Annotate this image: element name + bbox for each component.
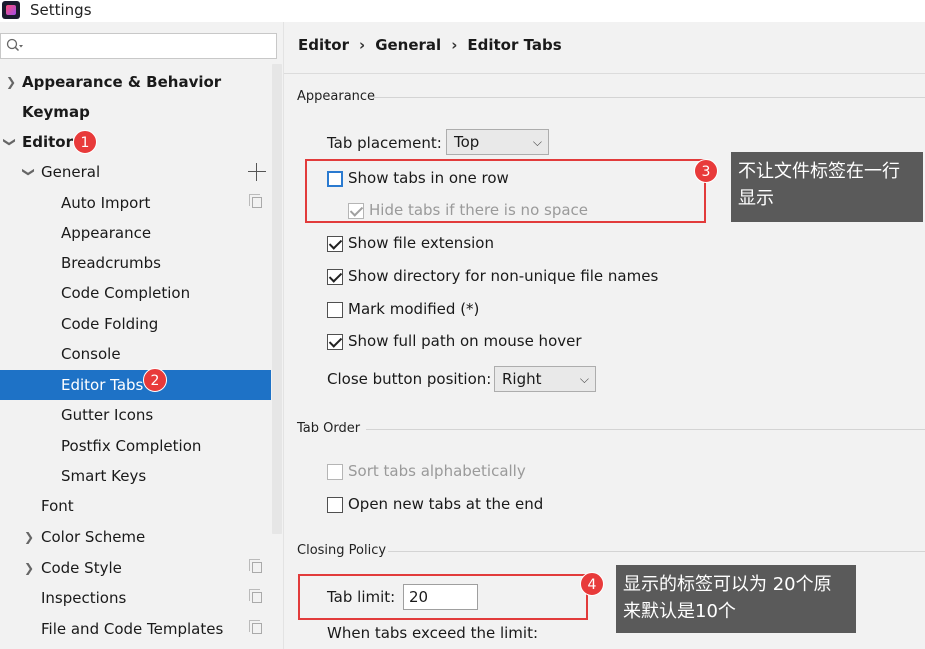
show-directory-label[interactable]: Show directory for non-unique file names [348, 267, 658, 285]
sidebar-item-smart-keys[interactable]: Smart Keys [0, 461, 271, 491]
sidebar-item-keymap[interactable]: Keymap [0, 97, 271, 127]
section-title-appearance: Appearance [297, 89, 376, 104]
section-title-closing-policy: Closing Policy [297, 543, 387, 558]
annotation-badge-1: 1 [73, 130, 97, 154]
copy-icon [249, 559, 262, 573]
breadcrumb-item-general[interactable]: General [375, 36, 441, 54]
show-full-path-checkbox[interactable] [327, 334, 343, 350]
chevron-right-icon: ❯ [6, 75, 17, 89]
chevron-down-icon: ⌵ [532, 135, 542, 149]
breadcrumb-separator: › [359, 36, 366, 54]
sidebar-item-code-completion[interactable]: Code Completion [0, 278, 271, 308]
section-divider [366, 429, 925, 430]
intellij-app-icon [2, 1, 20, 19]
sidebar-item-file-code-templates[interactable]: File and Code Templates [0, 614, 271, 644]
sidebar-item-general[interactable]: ❯ General [0, 157, 271, 187]
chevron-down-icon: ⌵ [579, 372, 589, 386]
sidebar-item-code-folding[interactable]: Code Folding [0, 309, 271, 339]
close-button-position-label: Close button position: [327, 370, 492, 388]
sort-tabs-alphabetically-label[interactable]: Sort tabs alphabetically [348, 462, 526, 480]
tab-placement-label: Tab placement: [327, 134, 442, 152]
sort-tabs-alphabetically-checkbox[interactable] [327, 464, 343, 480]
annotation-badge-2: 2 [143, 368, 167, 392]
mark-modified-label[interactable]: Mark modified (*) [348, 300, 479, 318]
window-title: Settings [30, 1, 92, 19]
close-button-position-select[interactable]: Right ⌵ [494, 366, 596, 392]
sidebar-item-console[interactable]: Console [0, 339, 271, 369]
sidebar-item-breadcrumbs[interactable]: Breadcrumbs [0, 248, 271, 278]
search-icon [6, 38, 23, 52]
sidebar-item-auto-import[interactable]: Auto Import [0, 188, 271, 218]
sidebar-item-editor-tabs[interactable]: Editor Tabs 2 [0, 368, 271, 400]
section-divider [388, 551, 925, 552]
sidebar-scrollbar-thumb[interactable] [272, 64, 282, 534]
tab-placement-select[interactable]: Top ⌵ [446, 129, 549, 155]
chevron-right-icon: ❯ [24, 561, 35, 575]
sidebar-item-color-scheme[interactable]: ❯ Color Scheme [0, 522, 271, 552]
highlight-box-show-tabs [305, 159, 706, 223]
settings-sidebar: ❯ Appearance & Behavior Keymap ❯ Editor … [0, 22, 284, 649]
sidebar-item-gutter-icons[interactable]: Gutter Icons [0, 400, 271, 430]
breadcrumb: Editor › General › Editor Tabs [298, 36, 562, 54]
show-file-extension-checkbox[interactable] [327, 236, 343, 252]
breadcrumb-item-editor-tabs: Editor Tabs [467, 36, 562, 54]
annotation-callout-4: 显示的标签可以为 20个原来默认是10个 [616, 565, 856, 633]
show-full-path-label[interactable]: Show full path on mouse hover [348, 332, 582, 350]
sidebar-item-editor[interactable]: ❯ Editor 1 [0, 127, 271, 157]
breadcrumb-item-editor[interactable]: Editor [298, 36, 349, 54]
open-new-tabs-end-label[interactable]: Open new tabs at the end [348, 495, 543, 513]
highlight-box-tab-limit [298, 574, 588, 620]
sidebar-item-appearance[interactable]: Appearance [0, 218, 271, 248]
annotation-badge-3: 3 [694, 159, 718, 183]
close-button-position-value: Right [502, 370, 542, 388]
show-directory-checkbox[interactable] [327, 269, 343, 285]
copy-icon [249, 194, 262, 208]
sidebar-item-postfix-completion[interactable]: Postfix Completion [0, 431, 271, 461]
sidebar-item-appearance-behavior[interactable]: ❯ Appearance & Behavior [0, 67, 271, 97]
annotation-callout-3: 不让文件标签在一行显示 [731, 152, 923, 222]
copy-icon [249, 589, 262, 603]
section-title-tab-order: Tab Order [297, 421, 361, 436]
settings-main-panel: Editor › General › Editor Tabs Appearance Ta… [284, 22, 925, 649]
mark-modified-checkbox[interactable] [327, 302, 343, 318]
sidebar-item-inspections[interactable]: Inspections [0, 583, 271, 613]
breadcrumb-separator: › [451, 36, 458, 54]
tab-placement-value: Top [454, 133, 480, 151]
title-bar: Settings [0, 0, 925, 22]
show-file-extension-label[interactable]: Show file extension [348, 234, 494, 252]
header-divider [284, 73, 925, 74]
section-divider [374, 97, 925, 98]
sidebar-item-code-style[interactable]: ❯ Code Style [0, 553, 271, 583]
chevron-down-icon: ❯ [22, 167, 36, 178]
open-new-tabs-end-checkbox[interactable] [327, 497, 343, 513]
settings-search-input[interactable] [0, 33, 277, 59]
sidebar-item-font[interactable]: Font [0, 491, 271, 521]
tabs-exceed-limit-label: When tabs exceed the limit: [327, 624, 539, 642]
annotation-badge-4: 4 [580, 572, 604, 596]
chevron-right-icon: ❯ [24, 530, 35, 544]
copy-icon [249, 620, 262, 634]
add-icon[interactable] [247, 162, 267, 182]
